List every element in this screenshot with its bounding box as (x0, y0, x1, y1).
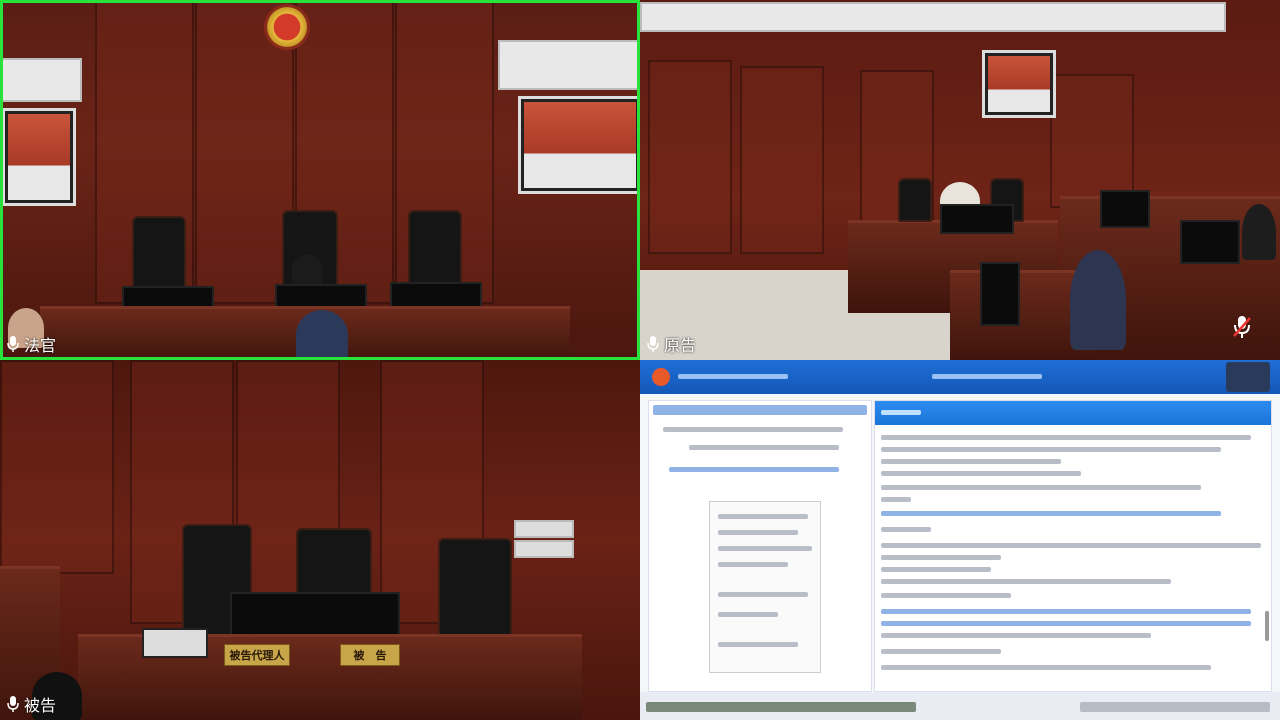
mic-icon (7, 696, 19, 712)
video-tile-plaintiff[interactable]: 原告 (640, 0, 1280, 360)
chair (898, 178, 932, 222)
power-outlet (514, 540, 574, 558)
wall-panel (0, 360, 114, 574)
document-thumbnail (709, 501, 821, 673)
wall-panel (648, 60, 732, 254)
wall-display (2, 108, 76, 206)
wall-panel (1050, 74, 1134, 208)
video-tile-defendant[interactable]: 被告代理人 被 告 被告 (0, 360, 640, 720)
participant-name: 法官 (24, 336, 57, 355)
participant-label-judge: 法官 (6, 332, 56, 356)
clerk-figure (1242, 204, 1276, 260)
document-preview-pane (648, 400, 872, 692)
desk-device (142, 628, 208, 658)
judge-chair (132, 216, 186, 296)
nameplate-defendant: 被 告 (340, 644, 400, 666)
defendant-chair (438, 538, 512, 648)
scrollbar-thumb[interactable] (1265, 611, 1269, 641)
monitor (940, 204, 1014, 234)
wall-display (982, 50, 1056, 118)
participant-label-plaintiff: 原告 (646, 332, 696, 356)
document-text-pane (874, 400, 1272, 692)
wall-display (518, 96, 640, 194)
shared-screen-tile[interactable] (640, 360, 1280, 720)
clerk-figure (296, 310, 348, 360)
national-emblem-icon (264, 4, 310, 50)
video-tile-judge[interactable]: 法官 (0, 0, 640, 360)
document-app-header (640, 360, 1280, 394)
monitor (980, 262, 1020, 326)
clerk-figure (1070, 250, 1126, 350)
ceiling-vent (640, 2, 1226, 32)
participant-label-defendant: 被告 (6, 692, 56, 716)
air-conditioner (0, 58, 82, 102)
air-conditioner (498, 40, 640, 90)
monitor (1100, 190, 1150, 228)
mic-icon (647, 336, 659, 352)
power-outlet (514, 520, 574, 538)
monitor (1180, 220, 1240, 264)
nameplate-agent: 被告代理人 (224, 644, 290, 666)
document-text-header (875, 401, 1271, 425)
document-taskbar (640, 692, 1280, 720)
app-logo-icon (652, 368, 670, 386)
mic-icon (7, 336, 19, 352)
participant-name: 被告 (24, 696, 57, 715)
judge-figure (292, 254, 322, 284)
wall-panel (740, 66, 824, 254)
presenter-thumbnail (1226, 362, 1270, 392)
participant-name: 原告 (664, 336, 697, 355)
mic-muted-icon[interactable] (1232, 314, 1252, 340)
